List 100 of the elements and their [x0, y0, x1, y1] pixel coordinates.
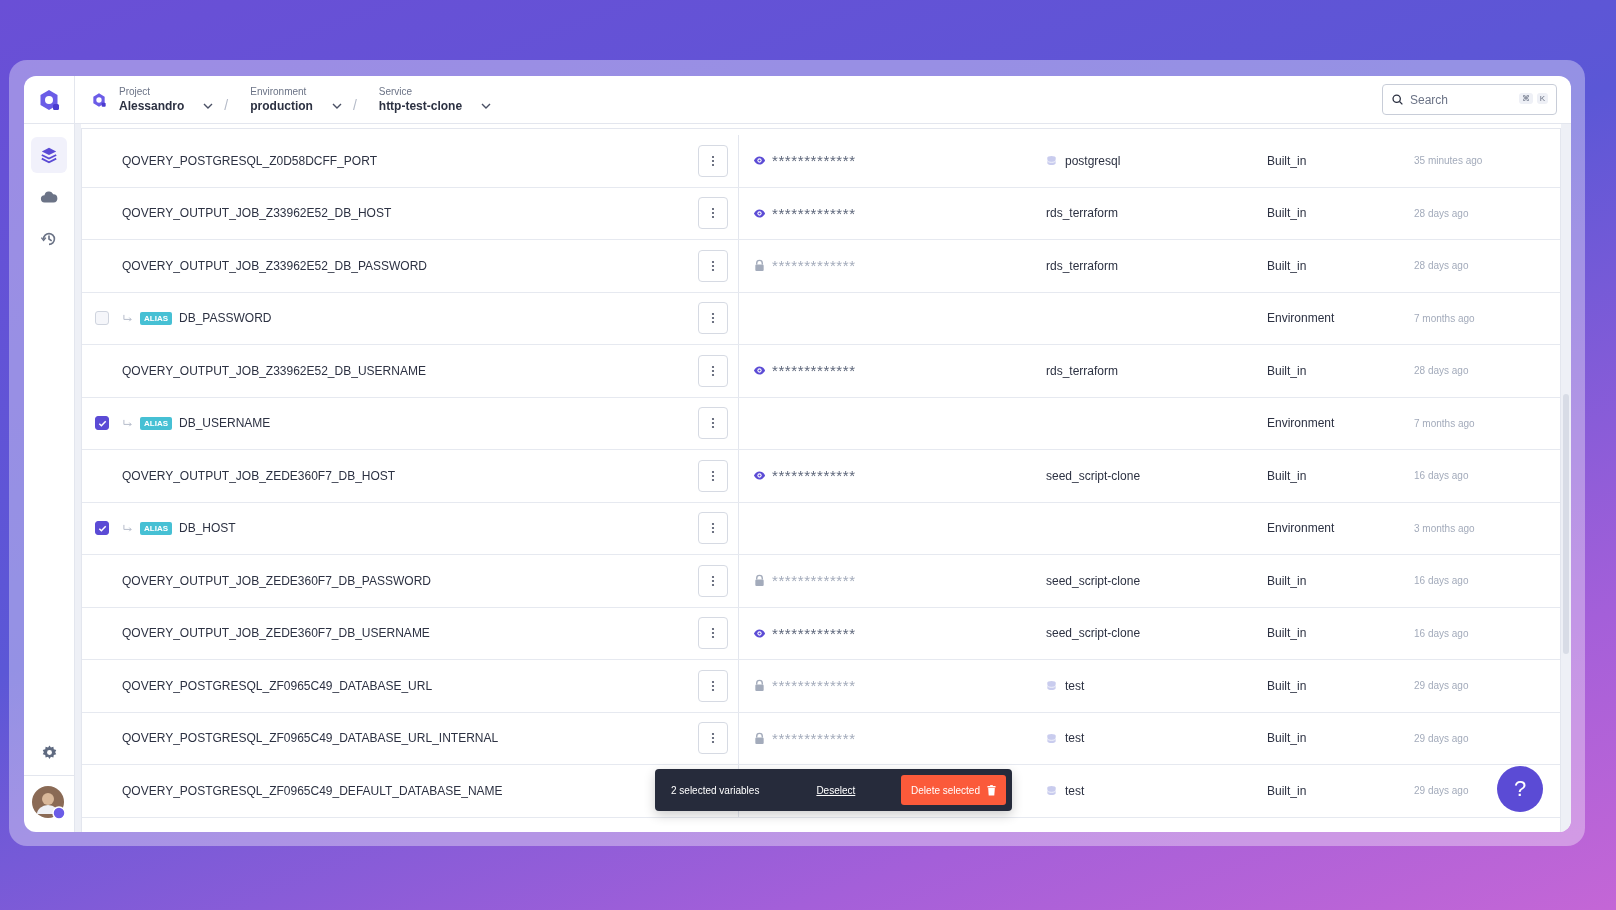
- variable-name: QOVERY_OUTPUT_JOB_Z33962E52_DB_USERNAME: [122, 363, 426, 378]
- more-options-button[interactable]: [698, 144, 728, 177]
- updated-time: 35 minutes ago: [1414, 155, 1483, 167]
- service-name: test: [1065, 678, 1085, 693]
- more-icon: [711, 679, 715, 692]
- org-logo-icon: [91, 91, 107, 108]
- masked-value: *************: [772, 258, 856, 274]
- updated-time: 29 days ago: [1414, 732, 1469, 744]
- updated-time: 29 days ago: [1414, 680, 1469, 692]
- scope-label: Built_in: [1267, 206, 1307, 221]
- breadcrumb-dropdown[interactable]: http-test-clone: [378, 99, 493, 113]
- scope-label: Built_in: [1267, 363, 1307, 378]
- masked-value: *************: [772, 573, 856, 589]
- updated-time: 3 months ago: [1414, 522, 1475, 534]
- updated-time: 16 days ago: [1414, 627, 1469, 639]
- scope-label: Environment: [1267, 521, 1335, 536]
- breadcrumb-separator: /: [352, 96, 357, 113]
- service-name: seed_script-clone: [1046, 468, 1141, 483]
- breadcrumb-dropdown[interactable]: Alessandro: [119, 99, 215, 113]
- more-icon: [711, 154, 715, 167]
- breadcrumb-label: Environment: [250, 86, 308, 97]
- more-options-button[interactable]: [698, 617, 728, 650]
- more-icon: [711, 522, 715, 535]
- updated-time: 28 days ago: [1414, 365, 1469, 377]
- updated-time: 28 days ago: [1414, 207, 1469, 219]
- more-options-button[interactable]: [698, 197, 728, 230]
- search-icon: [1391, 93, 1404, 106]
- alias-arrow-icon: [122, 523, 133, 533]
- breadcrumb-label: Project: [119, 86, 152, 97]
- settings-icon[interactable]: [40, 744, 58, 761]
- updated-time: 7 months ago: [1414, 312, 1475, 324]
- service-name: seed_script-clone: [1046, 626, 1141, 641]
- variable-name: QOVERY_OUTPUT_JOB_Z33962E52_DB_HOST: [122, 206, 392, 221]
- masked-value: *************: [772, 363, 856, 379]
- scope-label: Built_in: [1267, 468, 1307, 483]
- scope-label: Built_in: [1267, 258, 1307, 273]
- variable-name: QOVERY_POSTGRESQL_ZF0965C49_DATABASE_URL: [122, 678, 433, 693]
- more-icon: [711, 627, 715, 640]
- scope-label: Built_in: [1267, 731, 1307, 746]
- masked-value: *************: [772, 205, 856, 221]
- updated-time: 28 days ago: [1414, 260, 1469, 272]
- more-options-button[interactable]: [698, 302, 728, 335]
- masked-value: *************: [772, 625, 856, 641]
- scope-label: Built_in: [1267, 573, 1307, 588]
- more-options-button[interactable]: [698, 564, 728, 597]
- more-options-button[interactable]: [698, 722, 728, 755]
- layers-icon: [40, 146, 58, 164]
- layers-nav-item[interactable]: [31, 137, 67, 173]
- checkbox[interactable]: [95, 416, 109, 431]
- variable-name: QOVERY_POSTGRESQL_ZF0965C49_DATABASE_URL_INTERNAL: [122, 731, 499, 746]
- variable-name: QOVERY_POSTGRESQL_ZF0965C49_DEFAULT_DATABASE_NAME: [122, 783, 503, 798]
- more-options-button[interactable]: [698, 669, 728, 702]
- service-name: test: [1065, 731, 1085, 746]
- variable-name: QOVERY_OUTPUT_JOB_ZEDE360F7_DB_HOST: [122, 468, 396, 483]
- more-icon: [711, 364, 715, 377]
- variable-name: QOVERY_OUTPUT_JOB_ZEDE360F7_DB_PASSWORD: [122, 573, 431, 588]
- service-name: postgresql: [1065, 153, 1121, 168]
- variable-name: DB_PASSWORD: [179, 311, 272, 326]
- scope-label: Built_in: [1267, 678, 1307, 693]
- variable-name: QOVERY_OUTPUT_JOB_ZEDE360F7_DB_USERNAME: [122, 626, 430, 641]
- shortcut-key: ⌘: [1518, 93, 1533, 104]
- more-icon: [711, 469, 715, 482]
- updated-time: 16 days ago: [1414, 575, 1469, 587]
- alias-tag: ALIAS: [140, 311, 172, 325]
- more-options-button[interactable]: [698, 354, 728, 387]
- alias-arrow-icon: [122, 313, 133, 323]
- service-name: seed_script-clone: [1046, 573, 1141, 588]
- more-icon: [711, 259, 715, 272]
- masked-value: *************: [772, 678, 856, 694]
- selection-count: 2 selected variables: [671, 784, 760, 796]
- scope-label: Environment: [1267, 311, 1335, 326]
- more-icon: [711, 207, 715, 220]
- updated-time: 7 months ago: [1414, 417, 1475, 429]
- updated-time: 16 days ago: [1414, 470, 1469, 482]
- breadcrumb-separator: /: [224, 96, 229, 113]
- checkbox[interactable]: [95, 521, 109, 536]
- more-options-button[interactable]: [698, 249, 728, 282]
- more-icon: [711, 312, 715, 325]
- more-options-button[interactable]: [698, 459, 728, 492]
- updated-time: 29 days ago: [1414, 785, 1469, 797]
- more-options-button[interactable]: [698, 407, 728, 440]
- service-name: rds_terraform: [1046, 258, 1119, 273]
- variable-name: QOVERY_OUTPUT_JOB_Z33962E52_DB_PASSWORD: [122, 258, 427, 273]
- help-button[interactable]: ?: [1497, 766, 1543, 812]
- more-icon: [711, 574, 715, 587]
- service-name: rds_terraform: [1046, 206, 1119, 221]
- shortcut-key: K: [1536, 93, 1548, 104]
- variable-name: DB_USERNAME: [179, 416, 271, 431]
- masked-value: *************: [772, 153, 856, 169]
- avatar[interactable]: [32, 786, 66, 820]
- variable-name: DB_HOST: [179, 521, 236, 536]
- breadcrumb-dropdown[interactable]: production: [250, 99, 343, 113]
- more-options-button[interactable]: [698, 512, 728, 545]
- more-icon: [711, 732, 715, 745]
- more-icon: [711, 417, 715, 430]
- service-name: test: [1065, 783, 1085, 798]
- alias-tag: ALIAS: [140, 521, 172, 535]
- deselect-link[interactable]: Deselect: [816, 784, 856, 796]
- scope-label: Built_in: [1267, 783, 1307, 798]
- trash-icon: [987, 784, 996, 796]
